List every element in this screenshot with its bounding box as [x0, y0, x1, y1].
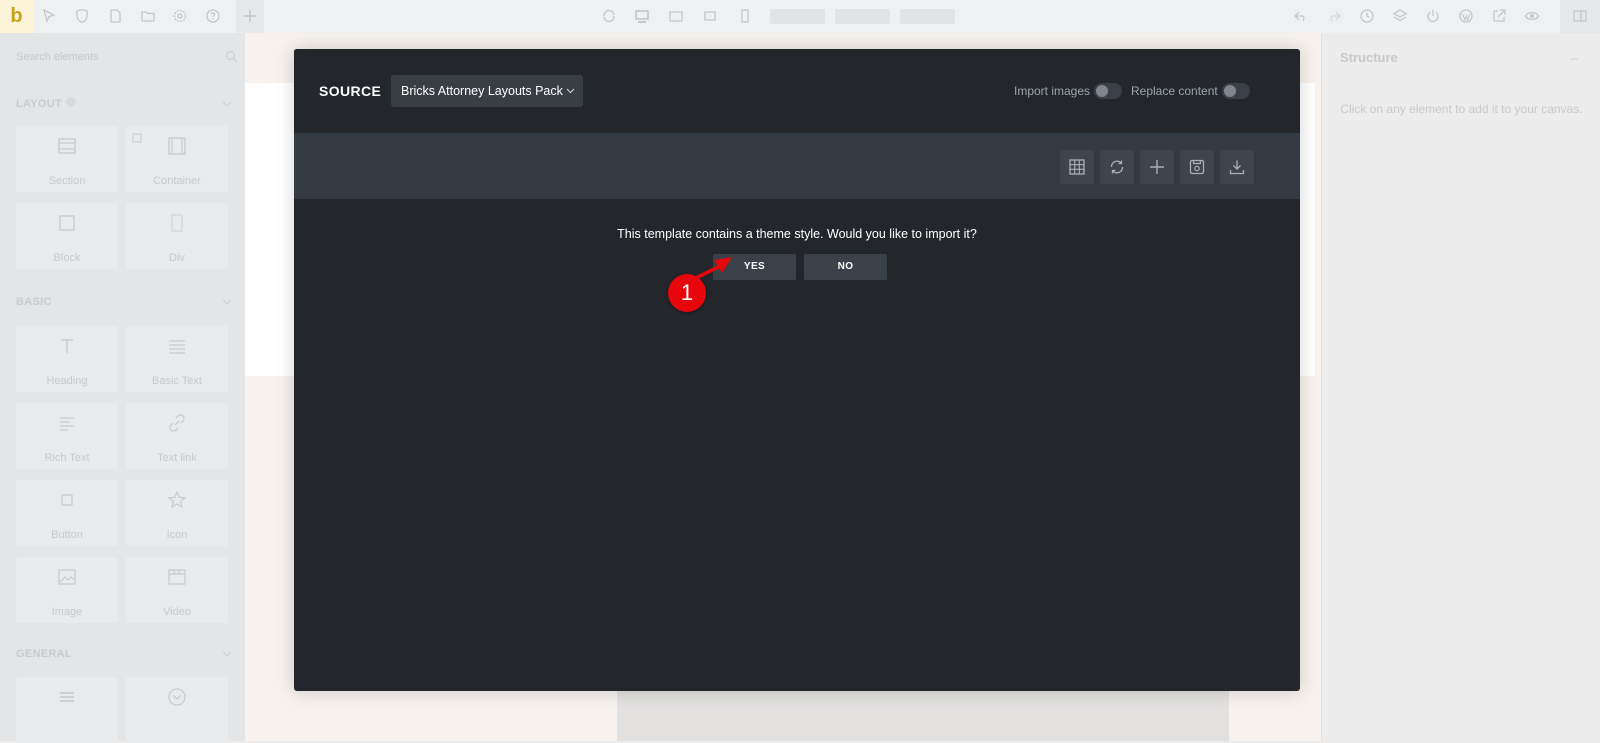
element-general-1[interactable]	[16, 677, 118, 743]
template-import-modal: SOURCE Bricks Attorney Layouts Pack Impo…	[294, 49, 1300, 691]
element-image[interactable]: Image	[16, 557, 118, 623]
grid-view-button[interactable]	[1060, 150, 1094, 184]
wordpress-icon[interactable]	[1458, 8, 1474, 24]
chevron-down-icon[interactable]	[222, 297, 232, 307]
tablet-landscape-icon[interactable]	[668, 8, 684, 24]
toggle-knob	[1224, 85, 1236, 97]
element-block[interactable]: Block	[16, 203, 118, 269]
search-icon	[225, 50, 238, 68]
element-div[interactable]: Div	[126, 203, 228, 269]
save-template-button[interactable]	[1180, 150, 1214, 184]
chevron-down-icon	[566, 88, 575, 94]
info-icon	[66, 97, 76, 107]
element-text-link[interactable]: Text link	[126, 403, 228, 469]
element-rich-text[interactable]: Rich Text	[16, 403, 118, 469]
collapse-icon[interactable]	[1568, 53, 1580, 65]
group-title-basic[interactable]: BASIC	[16, 296, 52, 308]
modal-toolbar	[294, 133, 1300, 199]
text-link-icon	[167, 413, 187, 433]
no-button[interactable]: NO	[804, 254, 887, 280]
replace-content-label: Replace content	[1131, 84, 1218, 98]
add-template-button[interactable]	[1140, 150, 1174, 184]
container-icon	[167, 136, 187, 156]
video-icon	[167, 567, 187, 587]
element-section[interactable]: Section	[16, 126, 118, 192]
shield-icon[interactable]	[74, 8, 90, 24]
source-select[interactable]: Bricks Attorney Layouts Pack	[391, 75, 583, 107]
mobile-icon[interactable]	[737, 8, 753, 24]
chevron-down-icon[interactable]	[222, 649, 232, 659]
canvas-zoom-input[interactable]	[900, 9, 955, 24]
canvas-width-input[interactable]	[770, 9, 825, 24]
structure-empty-message: Click on any element to add it to your c…	[1340, 102, 1583, 116]
undo-icon[interactable]	[1293, 8, 1309, 24]
page-icon[interactable]	[107, 8, 123, 24]
group-title-general[interactable]: GENERAL	[16, 648, 72, 660]
structure-title: Structure	[1340, 50, 1398, 65]
replace-content-toggle[interactable]	[1222, 83, 1250, 99]
toggle-structure-panel-button[interactable]	[1560, 0, 1600, 33]
import-template-button[interactable]	[1220, 150, 1254, 184]
star-icon	[167, 490, 187, 510]
element-video[interactable]: Video	[126, 557, 228, 623]
eye-icon[interactable]	[1524, 8, 1540, 24]
button-icon	[57, 490, 77, 510]
gear-icon[interactable]	[172, 8, 188, 24]
source-label: SOURCE	[319, 83, 382, 99]
history-icon[interactable]	[1359, 8, 1375, 24]
import-images-toggle[interactable]	[1094, 83, 1122, 99]
grid-icon	[1069, 159, 1085, 175]
sync-button[interactable]	[1100, 150, 1134, 184]
block-icon	[57, 213, 77, 233]
menu-icon	[57, 687, 77, 707]
toggle-knob	[1096, 85, 1108, 97]
external-link-icon[interactable]	[1491, 8, 1507, 24]
clipboard-icon	[132, 130, 142, 143]
modal-header: SOURCE Bricks Attorney Layouts Pack Impo…	[294, 49, 1300, 133]
source-select-value: Bricks Attorney Layouts Pack	[401, 84, 563, 98]
sync-icon	[1110, 160, 1124, 174]
theme-style-prompt: This template contains a theme style. Wo…	[617, 227, 977, 241]
power-icon[interactable]	[1425, 8, 1441, 24]
top-toolbar: b	[0, 0, 1600, 33]
download-icon	[1229, 160, 1245, 175]
structure-panel: Structure Click on any element to add it…	[1321, 33, 1600, 741]
group-title-layout[interactable]: LAYOUT	[16, 98, 62, 110]
image-icon	[57, 567, 77, 587]
heading-icon	[57, 336, 77, 356]
add-element-button[interactable]	[236, 0, 264, 33]
plus-icon	[1150, 160, 1164, 174]
chevron-circle-icon	[167, 687, 187, 707]
layers-icon[interactable]	[1392, 8, 1408, 24]
help-icon[interactable]	[205, 8, 221, 24]
element-icon[interactable]: Icon	[126, 480, 228, 546]
bricks-logo[interactable]: b	[0, 0, 33, 33]
cursor-icon[interactable]	[41, 8, 57, 24]
element-button[interactable]: Button	[16, 480, 118, 546]
desktop-icon[interactable]	[634, 8, 650, 24]
elements-panel: Search elements LAYOUT Section Container…	[0, 33, 245, 743]
search-elements-input[interactable]: Search elements	[16, 51, 99, 63]
element-heading[interactable]: Heading	[16, 326, 118, 392]
refresh-icon[interactable]	[601, 8, 617, 24]
redo-icon[interactable]	[1326, 8, 1342, 24]
div-icon	[167, 213, 187, 233]
chevron-down-icon[interactable]	[222, 99, 232, 109]
annotation-badge: 1	[668, 274, 706, 312]
element-general-2[interactable]	[126, 677, 228, 743]
element-container[interactable]: Container	[126, 126, 228, 192]
section-icon	[57, 136, 77, 156]
basic-text-icon	[167, 336, 187, 356]
element-basic-text[interactable]: Basic Text	[126, 326, 228, 392]
import-images-label: Import images	[1014, 84, 1091, 98]
tablet-icon[interactable]	[702, 8, 718, 24]
save-icon	[1189, 159, 1205, 175]
rich-text-icon	[57, 413, 77, 433]
canvas-height-input[interactable]	[835, 9, 890, 24]
folder-icon[interactable]	[140, 8, 156, 24]
